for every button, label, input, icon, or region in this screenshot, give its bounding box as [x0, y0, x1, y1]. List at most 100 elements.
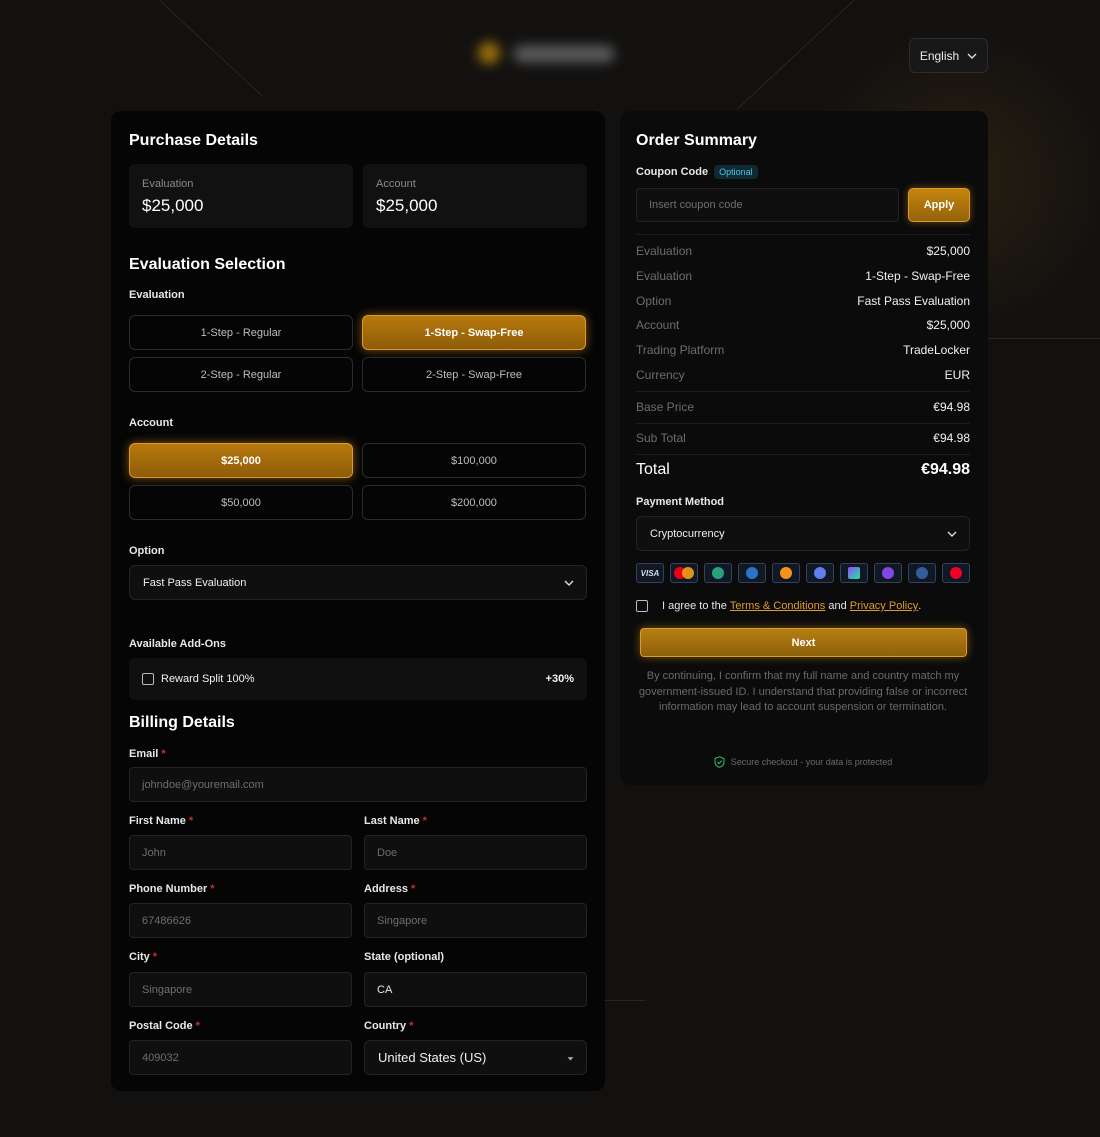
brand-logo	[470, 34, 630, 74]
background-line	[605, 1000, 645, 1001]
terms-agreement: I agree to the Terms & Conditions and Pr…	[636, 600, 921, 612]
solana-icon	[840, 563, 868, 583]
background-line	[159, 0, 263, 97]
caret-down-icon	[567, 1057, 574, 1061]
account-label: Account	[129, 417, 173, 429]
account-option-50000[interactable]: $50,000	[129, 485, 353, 520]
polygon-icon	[874, 563, 902, 583]
evaluation-selection-title: Evaluation Selection	[129, 256, 286, 273]
coupon-input[interactable]: Insert coupon code	[636, 188, 899, 222]
state-label: State (optional)	[364, 951, 445, 963]
option-select[interactable]: Fast Pass Evaluation	[129, 565, 587, 600]
payment-method-select[interactable]: Cryptocurrency	[636, 516, 970, 551]
summary-row-option: Option Fast Pass Evaluation	[636, 294, 970, 308]
secure-text: Secure checkout - your data is protected	[730, 757, 893, 767]
payment-method-value: Cryptocurrency	[650, 527, 725, 540]
phone-field[interactable]: 67486626	[129, 903, 352, 938]
addon-name: Reward Split 100%	[161, 673, 255, 685]
country-select-value: United States (US)	[378, 1050, 487, 1065]
account-option-25000[interactable]: $25,000	[129, 443, 353, 478]
litecoin-icon	[908, 563, 936, 583]
option-select-value: Fast Pass Evaluation	[143, 576, 247, 589]
divider	[636, 423, 970, 424]
chevron-down-icon	[947, 531, 957, 537]
state-field[interactable]: CA	[364, 972, 587, 1007]
summary-row-account: Account $25,000	[636, 318, 970, 332]
ethereum-icon	[806, 563, 834, 583]
addon-reward-split[interactable]: Reward Split 100% +30%	[129, 658, 587, 700]
evaluation-option-2-step-regular[interactable]: 2-Step - Regular	[129, 357, 353, 392]
language-selector[interactable]: English	[909, 38, 988, 73]
account-option-100000[interactable]: $100,000	[362, 443, 586, 478]
order-summary-panel: Order Summary Coupon Code Optional Insert…	[620, 111, 988, 785]
chevron-down-icon	[564, 580, 574, 586]
optional-badge: Optional	[714, 165, 758, 179]
divider	[636, 454, 970, 455]
summary-row-platform: Trading Platform TradeLocker	[636, 343, 970, 357]
next-button[interactable]: Next	[640, 628, 967, 657]
evaluation-label: Evaluation	[129, 289, 185, 301]
country-label: Country *	[364, 1020, 414, 1032]
apply-coupon-button[interactable]: Apply	[908, 188, 970, 222]
background-line	[988, 338, 1100, 339]
summary-row-evaluation-type: Evaluation 1-Step - Swap-Free	[636, 269, 970, 283]
first-name-field[interactable]: John	[129, 835, 352, 870]
city-label: City *	[129, 951, 158, 963]
privacy-link[interactable]: Privacy Policy	[850, 600, 918, 612]
visa-icon: VISA	[636, 563, 664, 583]
summary-row-currency: Currency EUR	[636, 368, 970, 382]
purchase-details-title: Purchase Details	[129, 132, 258, 149]
billing-details-title: Billing Details	[129, 714, 235, 731]
payment-icons: VISA	[636, 563, 970, 583]
stat-value: $25,000	[142, 196, 204, 215]
country-select[interactable]: United States (US)	[364, 1040, 587, 1075]
agree-text: I agree to the	[662, 600, 727, 612]
address-field[interactable]: Singapore	[364, 903, 587, 938]
first-name-label: First Name *	[129, 815, 194, 827]
terms-checkbox[interactable]	[636, 600, 648, 612]
summary-row-base-price: Base Price €94.98	[636, 400, 970, 414]
divider	[636, 234, 970, 235]
addons-label: Available Add-Ons	[129, 638, 226, 650]
option-label: Option	[129, 545, 165, 557]
language-label: English	[919, 48, 960, 63]
email-label: Email *	[129, 748, 166, 760]
evaluation-option-1-step-regular[interactable]: 1-Step - Regular	[129, 315, 353, 350]
summary-row-subtotal: Sub Total €94.98	[636, 431, 970, 445]
evaluation-option-2-step-swap-free[interactable]: 2-Step - Swap-Free	[362, 357, 586, 392]
email-field[interactable]: johndoe@youremail.com	[129, 767, 587, 802]
evaluation-stat-card: Evaluation $25,000	[129, 164, 353, 228]
stat-label: Evaluation	[142, 178, 194, 190]
last-name-label: Last Name *	[364, 815, 427, 827]
tether-icon	[704, 563, 732, 583]
purchase-panel: Purchase Details Evaluation $25,000 Acco…	[111, 111, 605, 1091]
payment-method-label: Payment Method	[636, 496, 725, 508]
stat-value: $25,000	[376, 196, 438, 215]
last-name-field[interactable]: Doe	[364, 835, 587, 870]
evaluation-option-1-step-swap-free[interactable]: 1-Step - Swap-Free	[362, 315, 586, 350]
city-field[interactable]: Singapore	[129, 972, 352, 1007]
postal-code-field[interactable]: 409032	[129, 1040, 352, 1075]
background-line	[737, 0, 855, 110]
shield-check-icon	[714, 756, 725, 768]
divider	[636, 391, 970, 392]
tron-icon	[942, 563, 970, 583]
terms-link[interactable]: Terms & Conditions	[730, 600, 825, 612]
account-option-200000[interactable]: $200,000	[362, 485, 586, 520]
chevron-down-icon	[967, 53, 977, 59]
addon-checkbox[interactable]	[142, 673, 154, 685]
coupon-label: Coupon Code Optional	[636, 165, 758, 179]
addon-price: +30%	[545, 673, 574, 685]
disclaimer-text: By continuing, I confirm that my full na…	[638, 670, 968, 713]
postal-code-label: Postal Code *	[129, 1020, 200, 1032]
address-label: Address *	[364, 883, 416, 895]
phone-label: Phone Number *	[129, 883, 215, 895]
summary-row-total: Total €94.98	[636, 461, 970, 478]
mastercard-icon	[670, 563, 698, 583]
bitcoin-icon	[772, 563, 800, 583]
order-summary-title: Order Summary	[636, 132, 757, 149]
usdc-icon	[738, 563, 766, 583]
account-stat-card: Account $25,000	[363, 164, 587, 228]
secure-checkout-note: Secure checkout - your data is protected	[636, 756, 970, 768]
summary-row-evaluation: Evaluation $25,000	[636, 244, 970, 258]
